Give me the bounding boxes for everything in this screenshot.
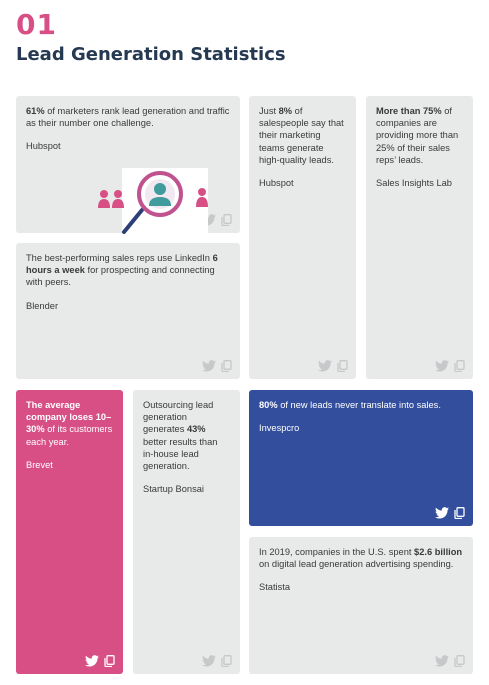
stat-text: In 2019, companies in the U.S. spent $2.… (259, 547, 463, 570)
copy-icon[interactable] (454, 360, 465, 372)
twitter-icon[interactable] (202, 655, 216, 667)
twitter-icon[interactable] (85, 655, 99, 667)
stat-text: Outsourcing lead generation generates 43… (143, 400, 218, 472)
twitter-icon[interactable] (202, 360, 216, 372)
copy-icon[interactable] (337, 360, 348, 372)
card-actions (85, 655, 115, 667)
stat-card-ad-spending: In 2019, companies in the U.S. spent $2.… (249, 537, 473, 674)
stat-source: Hubspot (26, 141, 61, 152)
stat-source: Startup Bonsai (143, 484, 204, 495)
stat-text: Just 8% of salespeople say that their ma… (259, 106, 344, 165)
stat-card-linkedin-hours: The best-performing sales reps use Linke… (16, 243, 240, 379)
stat-source: Brevet (26, 459, 53, 470)
section-number: 01 (16, 8, 57, 41)
stat-source: Sales Insights Lab (376, 178, 452, 189)
stat-card-customer-loss: The average company loses 10–30% of its … (16, 390, 123, 674)
stat-text: 61% of marketers rank lead generation an… (26, 106, 230, 129)
copy-icon[interactable] (104, 655, 115, 667)
copy-icon[interactable] (454, 655, 465, 667)
stat-source: Blender (26, 300, 59, 311)
stat-text: 80% of new leads never translate into sa… (259, 400, 441, 410)
stat-text: The average company loses 10–30% of its … (26, 400, 113, 447)
stat-card-quality-leads: Just 8% of salespeople say that their ma… (249, 96, 356, 379)
stat-source: Invespcro (259, 423, 300, 434)
stat-card-outsourcing: Outsourcing lead generation generates 43… (133, 390, 240, 674)
stat-card-leads-conversion: 80% of new leads never translate into sa… (249, 390, 473, 526)
copy-icon[interactable] (221, 360, 232, 372)
twitter-icon[interactable] (318, 360, 332, 372)
twitter-icon[interactable] (435, 507, 449, 519)
stat-card-sales-reps-leads: More than 75% of companies are providing… (366, 96, 473, 379)
card-actions (202, 360, 232, 372)
stat-text: More than 75% of companies are providing… (376, 106, 459, 165)
copy-icon[interactable] (221, 655, 232, 667)
page-title: Lead Generation Statistics (16, 44, 286, 65)
stat-source: Statista (259, 582, 291, 593)
card-actions (435, 360, 465, 372)
stat-source: Hubspot (259, 178, 294, 189)
card-actions (435, 507, 465, 519)
card-actions (202, 655, 232, 667)
card-actions (435, 655, 465, 667)
magnifier-people-icon (98, 168, 208, 234)
copy-icon[interactable] (221, 214, 232, 226)
copy-icon[interactable] (454, 507, 465, 519)
twitter-icon[interactable] (435, 360, 449, 372)
stat-text: The best-performing sales reps use Linke… (26, 253, 218, 288)
twitter-icon[interactable] (435, 655, 449, 667)
card-actions (318, 360, 348, 372)
